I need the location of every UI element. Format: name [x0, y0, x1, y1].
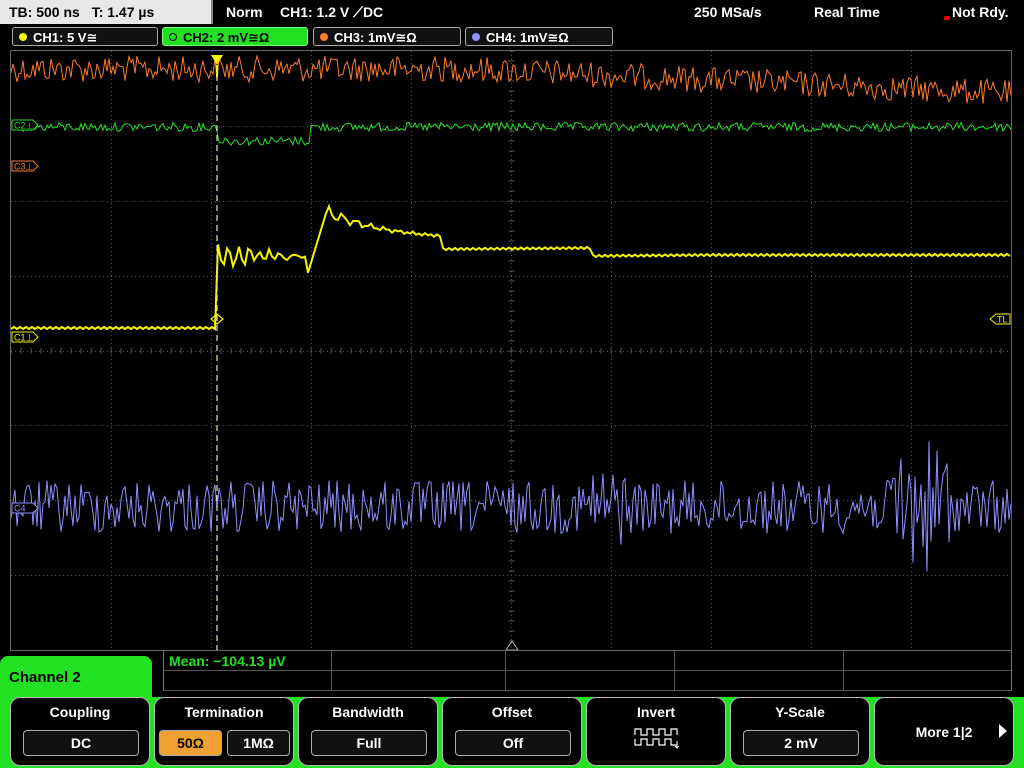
timebase-box[interactable]: TB: 500 ns T: 1.47 µs [0, 0, 213, 24]
acquisition-mode: Real Time [814, 4, 880, 20]
channel-tab-ch2[interactable]: CH2: 2 mV≅Ω [162, 27, 308, 46]
yscale-softkey[interactable]: Y-Scale 2 mV [730, 697, 870, 766]
more-label: More 1|2 [915, 724, 973, 740]
ch3-dot-icon [320, 33, 328, 41]
ch1-marker-label: C1⊥ [14, 333, 34, 343]
waveform-traces [11, 54, 1011, 572]
bandwidth-value[interactable]: Full [311, 730, 427, 756]
trigger-level-label: TL [997, 315, 1008, 325]
yscale-value[interactable]: 2 mV [743, 730, 859, 756]
bandwidth-softkey[interactable]: Bandwidth Full [298, 697, 438, 766]
measurement-divider [331, 651, 332, 691]
coupling-value[interactable]: DC [23, 730, 139, 756]
status-bar: TB: 500 ns T: 1.47 µs Norm CH1: 1.2 V ⟋D… [0, 0, 1024, 24]
ch2-marker-label: C2⊥ [14, 121, 34, 131]
ch1-ground-marker[interactable]: C1⊥ [11, 331, 39, 343]
waveform-display[interactable]: C2⊥ C3⊥ C1⊥ C4 TL [10, 50, 1012, 651]
trigger-info[interactable]: CH1: 1.2 V ⟋DC [280, 0, 383, 24]
channel-bar: CH1: 5 V≅ CH2: 2 mV≅Ω CH3: 1mV≅Ω CH4: 1m… [0, 26, 1024, 48]
ch2-waveform [11, 120, 1011, 147]
channel-label: CH2: 2 mV≅Ω [183, 30, 270, 45]
trigger-status: Not Rdy. [944, 0, 1009, 24]
more-softkey[interactable]: More 1|2 [874, 697, 1014, 766]
ch1-dot-icon [19, 33, 27, 41]
channel-tab-ch3[interactable]: CH3: 1mV≅Ω [313, 27, 461, 46]
channel-label: CH4: 1mV≅Ω [486, 30, 569, 45]
termination-softkey[interactable]: Termination 50Ω 1MΩ [154, 697, 294, 766]
waveform-canvas: C2⊥ C3⊥ C1⊥ C4 TL [11, 51, 1011, 650]
next-page-arrow-icon [999, 724, 1007, 738]
invert-softkey[interactable]: Invert [586, 697, 726, 766]
channel-tab-ch4[interactable]: CH4: 1mV≅Ω [465, 27, 613, 46]
mean-measurement[interactable]: Mean: −104.13 µV [169, 653, 286, 669]
measurement-row [164, 671, 1011, 691]
graticule [11, 51, 1011, 650]
coupling-softkey[interactable]: Coupling DC [10, 697, 150, 766]
measurement-divider [674, 651, 675, 691]
channel-label: CH1: 5 V≅ [33, 30, 98, 45]
coupling-label: Coupling [49, 704, 111, 720]
trigger-level-marker[interactable]: TL [989, 313, 1011, 325]
bandwidth-label: Bandwidth [332, 704, 404, 720]
ch4-ground-marker[interactable]: C4 [11, 502, 39, 514]
timebase-value: TB: 500 ns [9, 4, 80, 20]
sample-rate: 250 MSa/s [694, 4, 762, 20]
channel-label: CH3: 1mV≅Ω [334, 30, 417, 45]
invert-label: Invert [636, 704, 676, 720]
termination-label: Termination [184, 704, 264, 720]
ch3-marker-label: C3⊥ [14, 162, 34, 172]
softkey-menu: Coupling DC Termination 50Ω 1MΩ Bandwidt… [0, 697, 1024, 768]
ch2-dot-icon [169, 33, 177, 41]
active-channel-tab: Channel 2 [0, 656, 152, 698]
offset-label: Offset [491, 704, 533, 720]
ch4-dot-icon [472, 33, 480, 41]
ch2-ground-marker[interactable]: C2⊥ [11, 119, 39, 131]
offset-softkey[interactable]: Offset Off [442, 697, 582, 766]
trigger-time-value: T: 1.47 µs [91, 4, 155, 20]
measurement-panel: Mean: −104.13 µV [163, 651, 1012, 691]
measurement-row [164, 651, 1011, 671]
termination-1mohm-option[interactable]: 1MΩ [227, 730, 290, 756]
termination-50ohm-option[interactable]: 50Ω [159, 730, 222, 756]
center-marker-icon [505, 640, 519, 650]
measurement-divider [843, 651, 844, 691]
channel-tab-ch1[interactable]: CH1: 5 V≅ [12, 27, 158, 46]
invert-waveform-icon [634, 728, 680, 749]
ch4-marker-label: C4 [14, 504, 26, 514]
offset-value[interactable]: Off [455, 730, 571, 756]
ch3-ground-marker[interactable]: C3⊥ [11, 160, 39, 172]
trigger-mode[interactable]: Norm [226, 0, 263, 24]
yscale-label: Y-Scale [775, 704, 825, 720]
measurement-divider [505, 651, 506, 691]
